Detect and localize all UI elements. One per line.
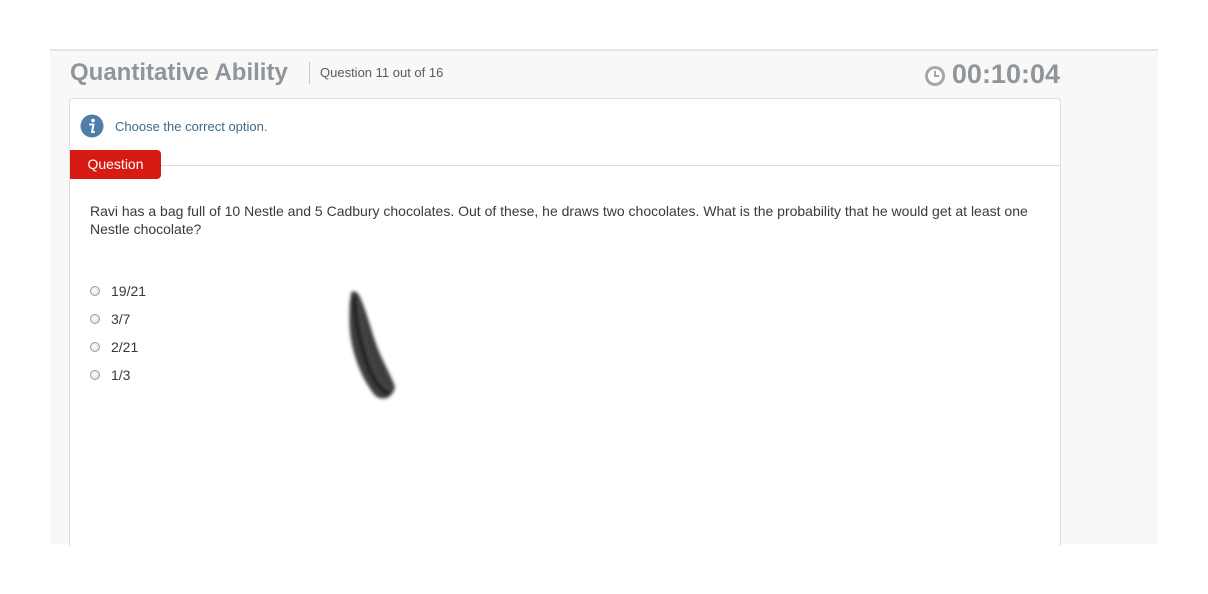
option-radio[interactable] xyxy=(90,342,100,352)
info-icon xyxy=(80,114,104,138)
option-label[interactable]: 2/21 xyxy=(111,339,138,355)
question-panel: Choose the correct option. Question Ravi… xyxy=(69,98,1061,546)
question-text: Ravi has a bag full of 10 Nestle and 5 C… xyxy=(90,203,1028,237)
instruction-bar: Choose the correct option. xyxy=(80,114,267,138)
question-tab: Question xyxy=(70,150,161,179)
clock-icon xyxy=(924,65,945,86)
timer: 00:10:04 xyxy=(924,59,1060,89)
option-2[interactable]: 3/7 xyxy=(90,305,146,333)
ink-smudge xyxy=(349,291,395,399)
option-4[interactable]: 1/3 xyxy=(90,361,146,389)
header-divider xyxy=(309,62,310,84)
test-header: Quantitative Ability Question 11 out of … xyxy=(70,59,1060,89)
option-radio[interactable] xyxy=(90,370,100,380)
option-radio[interactable] xyxy=(90,314,100,324)
tab-divider xyxy=(70,165,1060,166)
option-label[interactable]: 3/7 xyxy=(111,311,130,327)
question-counter: Question 11 out of 16 xyxy=(320,65,444,80)
answer-options: 19/21 3/7 2/21 1/3 xyxy=(90,277,146,389)
option-3[interactable]: 2/21 xyxy=(90,333,146,361)
option-1[interactable]: 19/21 xyxy=(90,277,146,305)
instruction-text: Choose the correct option. xyxy=(115,118,268,134)
test-frame: Quantitative Ability Question 11 out of … xyxy=(50,49,1158,546)
timer-value: 00:10:04 xyxy=(951,59,1060,89)
option-label[interactable]: 19/21 xyxy=(111,283,146,299)
section-title: Quantitative Ability xyxy=(70,59,288,86)
option-radio[interactable] xyxy=(90,286,100,296)
option-label[interactable]: 1/3 xyxy=(111,367,130,383)
